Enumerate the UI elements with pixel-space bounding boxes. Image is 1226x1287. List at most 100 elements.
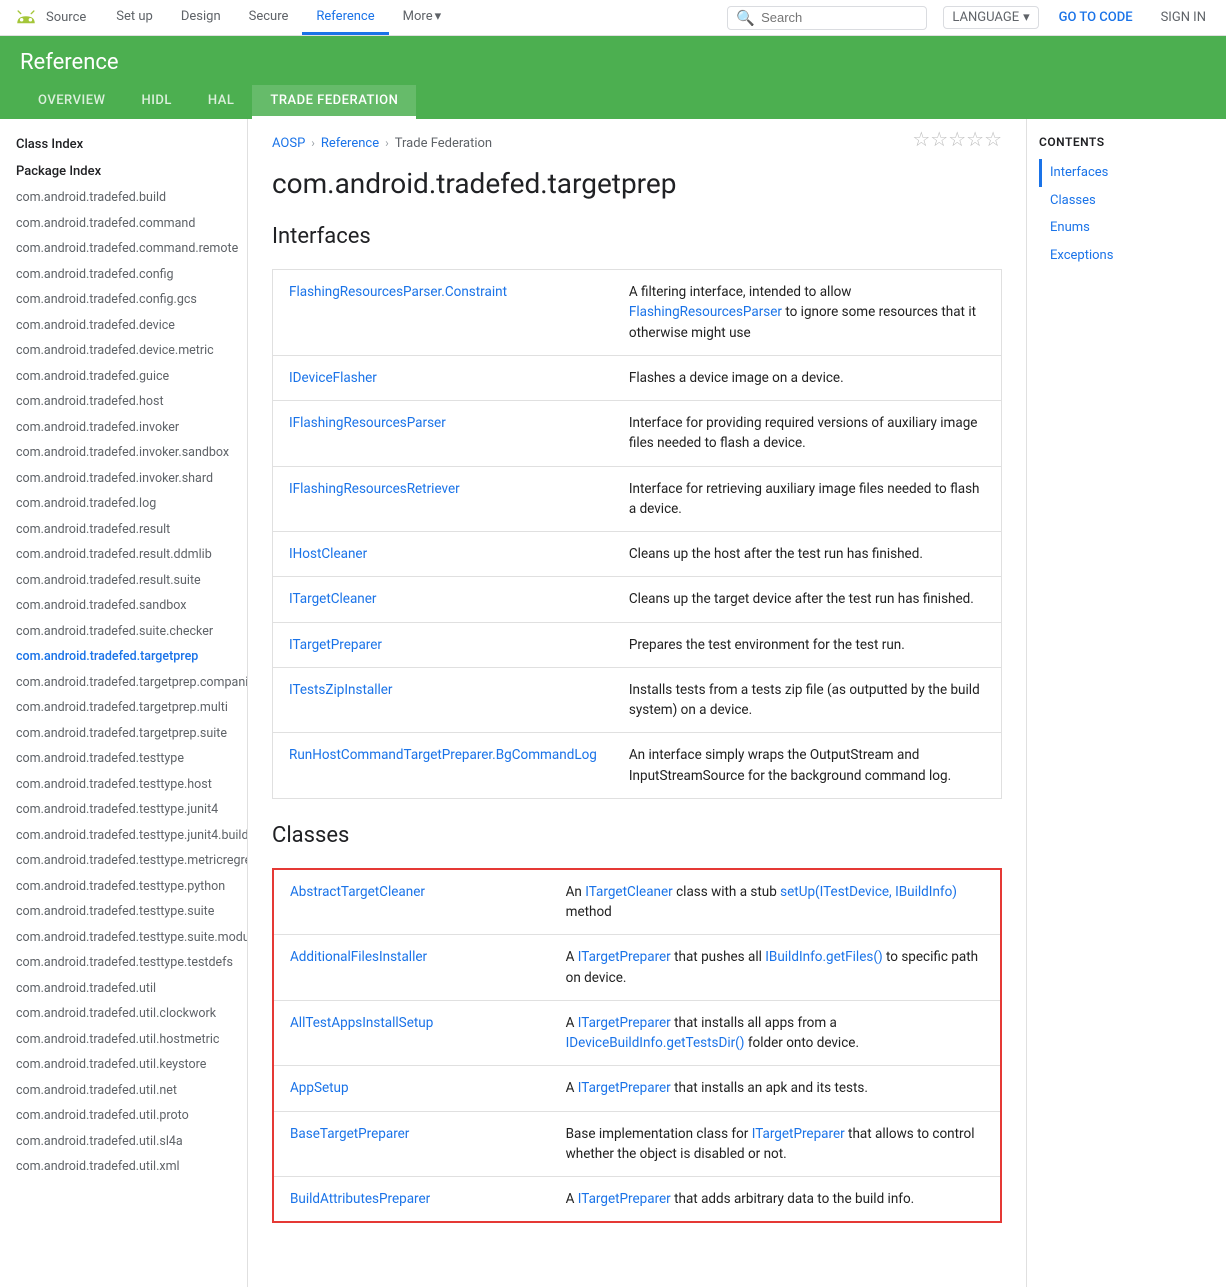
sidebar-item[interactable]: com.android.tradefed.device: [0, 313, 247, 339]
table-row: RunHostCommandTargetPreparer.BgCommandLo…: [273, 733, 1002, 799]
sidebar-section-header[interactable]: Class Index: [0, 131, 247, 158]
sidebar-item[interactable]: com.android.tradefed.util.net: [0, 1078, 247, 1104]
sidebar-item[interactable]: com.android.tradefed.device.metric: [0, 338, 247, 364]
sidebar-item[interactable]: com.android.tradefed.targetprep: [0, 644, 247, 670]
interface-link[interactable]: IDeviceFlasher: [289, 370, 377, 386]
desc-link[interactable]: ITargetPreparer: [578, 949, 671, 965]
class-link[interactable]: BaseTargetPreparer: [290, 1126, 409, 1142]
interface-link[interactable]: ITestsZipInstaller: [289, 682, 393, 698]
star-4[interactable]: ☆: [966, 127, 984, 151]
sidebar-item[interactable]: com.android.tradefed.util.clockwork: [0, 1001, 247, 1027]
nav-link-setup[interactable]: Set up: [102, 0, 167, 35]
tab-hal[interactable]: HAL: [190, 85, 252, 119]
breadcrumb-aosp[interactable]: AOSP: [272, 136, 305, 151]
classes-table-body: AbstractTargetCleanerAn ITargetCleaner c…: [273, 869, 1001, 1223]
nav-link-reference[interactable]: Reference: [302, 0, 388, 35]
sidebar-item[interactable]: com.android.tradefed.build: [0, 185, 247, 211]
interface-link[interactable]: FlashingResourcesParser.Constraint: [289, 284, 507, 300]
class-link[interactable]: AppSetup: [290, 1080, 349, 1096]
sidebar-item[interactable]: com.android.tradefed.util.sl4a: [0, 1129, 247, 1155]
toc-item[interactable]: Interfaces: [1039, 159, 1214, 187]
logo[interactable]: Source: [12, 4, 86, 32]
go-to-code-button[interactable]: GO TO CODE: [1051, 7, 1141, 28]
table-row: AbstractTargetCleanerAn ITargetCleaner c…: [273, 869, 1001, 935]
star-3[interactable]: ☆: [948, 127, 966, 151]
sidebar-item[interactable]: com.android.tradefed.util: [0, 976, 247, 1002]
desc-link[interactable]: ITargetPreparer: [578, 1080, 671, 1096]
nav-links: Set up Design Secure Reference More ▾: [102, 0, 455, 35]
class-link[interactable]: AllTestAppsInstallSetup: [290, 1015, 433, 1031]
sidebar-item[interactable]: com.android.tradefed.command.remote: [0, 236, 247, 262]
nav-link-more[interactable]: More ▾: [389, 0, 455, 35]
sidebar-item[interactable]: com.android.tradefed.guice: [0, 364, 247, 390]
sidebar-item[interactable]: com.android.tradefed.util.keystore: [0, 1052, 247, 1078]
desc-link[interactable]: IDeviceBuildInfo.getTestsDir(): [566, 1035, 745, 1051]
interface-link[interactable]: ITargetCleaner: [289, 591, 377, 607]
sidebar-item[interactable]: com.android.tradefed.testtype.junit4: [0, 797, 247, 823]
interface-link[interactable]: IFlashingResourcesRetriever: [289, 481, 460, 497]
sidebar-item[interactable]: com.android.tradefed.util.proto: [0, 1103, 247, 1129]
sidebar-item[interactable]: com.android.tradefed.targetprep.companio…: [0, 670, 247, 696]
desc-link[interactable]: FlashingResourcesParser: [629, 304, 782, 320]
sidebar-item[interactable]: com.android.tradefed.util.xml: [0, 1154, 247, 1180]
sidebar-item[interactable]: com.android.tradefed.suite.checker: [0, 619, 247, 645]
breadcrumb: AOSP › Reference › Trade Federation: [272, 120, 492, 159]
interfaces-table: FlashingResourcesParser.ConstraintA filt…: [272, 269, 1002, 799]
sidebar-item[interactable]: com.android.tradefed.testtype.junit4.bui…: [0, 823, 247, 849]
desc-link[interactable]: ITargetPreparer: [752, 1126, 845, 1142]
interface-link[interactable]: RunHostCommandTargetPreparer.BgCommandLo…: [289, 747, 597, 763]
toc-item[interactable]: Enums: [1039, 214, 1214, 242]
desc-link[interactable]: ITargetCleaner: [585, 884, 673, 900]
sidebar-item[interactable]: com.android.tradefed.config: [0, 262, 247, 288]
star-1[interactable]: ☆: [912, 127, 930, 151]
sidebar-item[interactable]: com.android.tradefed.invoker: [0, 415, 247, 441]
interfaces-heading: Interfaces: [272, 224, 1002, 257]
desc-link[interactable]: setUp(ITestDevice, IBuildInfo): [780, 884, 957, 900]
table-row: IHostCleanerCleans up the host after the…: [273, 532, 1002, 577]
search-input[interactable]: [761, 10, 901, 25]
class-link[interactable]: BuildAttributesPreparer: [290, 1191, 430, 1207]
sidebar-item[interactable]: com.android.tradefed.result: [0, 517, 247, 543]
sidebar-item[interactable]: com.android.tradefed.testtype.suite.modu…: [0, 925, 247, 951]
interface-link[interactable]: IHostCleaner: [289, 546, 367, 562]
interface-link[interactable]: ITargetPreparer: [289, 637, 382, 653]
sidebar-item[interactable]: com.android.tradefed.invoker.shard: [0, 466, 247, 492]
class-link[interactable]: AdditionalFilesInstaller: [290, 949, 427, 965]
tab-hidl[interactable]: HIDL: [123, 85, 189, 119]
desc-link[interactable]: ITargetPreparer: [578, 1191, 671, 1207]
toc-item[interactable]: Classes: [1039, 187, 1214, 215]
language-button[interactable]: LANGUAGE ▾: [943, 6, 1038, 29]
tab-trade-federation[interactable]: TRADE FEDERATION: [252, 85, 416, 119]
sign-in-button[interactable]: SIGN IN: [1153, 7, 1214, 28]
sidebar-item[interactable]: com.android.tradefed.testtype: [0, 746, 247, 772]
sidebar-item[interactable]: com.android.tradefed.command: [0, 211, 247, 237]
interface-link[interactable]: IFlashingResourcesParser: [289, 415, 446, 431]
toc-item[interactable]: Exceptions: [1039, 242, 1214, 270]
sidebar-item[interactable]: com.android.tradefed.config.gcs: [0, 287, 247, 313]
sidebar-item[interactable]: com.android.tradefed.targetprep.multi: [0, 695, 247, 721]
sidebar-item[interactable]: com.android.tradefed.result.ddmlib: [0, 542, 247, 568]
sidebar-item[interactable]: com.android.tradefed.testtype.testdefs: [0, 950, 247, 976]
search-area[interactable]: 🔍: [727, 6, 927, 30]
desc-link[interactable]: ITargetPreparer: [578, 1015, 671, 1031]
nav-link-secure[interactable]: Secure: [235, 0, 303, 35]
sidebar-section-header[interactable]: Package Index: [0, 158, 247, 185]
breadcrumb-reference[interactable]: Reference: [321, 136, 379, 151]
sidebar-item[interactable]: com.android.tradefed.log: [0, 491, 247, 517]
sidebar-item[interactable]: com.android.tradefed.testtype.metricregr…: [0, 848, 247, 874]
sidebar-item[interactable]: com.android.tradefed.testtype.suite: [0, 899, 247, 925]
sidebar-item[interactable]: com.android.tradefed.testtype.python: [0, 874, 247, 900]
star-2[interactable]: ☆: [930, 127, 948, 151]
sidebar-item[interactable]: com.android.tradefed.testtype.host: [0, 772, 247, 798]
sidebar-item[interactable]: com.android.tradefed.invoker.sandbox: [0, 440, 247, 466]
star-5[interactable]: ☆: [984, 127, 1002, 151]
sidebar-item[interactable]: com.android.tradefed.util.hostmetric: [0, 1027, 247, 1053]
nav-link-design[interactable]: Design: [167, 0, 235, 35]
sidebar-item[interactable]: com.android.tradefed.targetprep.suite: [0, 721, 247, 747]
desc-link[interactable]: IBuildInfo.getFiles(): [765, 949, 882, 965]
class-link[interactable]: AbstractTargetCleaner: [290, 884, 425, 900]
sidebar-item[interactable]: com.android.tradefed.result.suite: [0, 568, 247, 594]
tab-overview[interactable]: OVERVIEW: [20, 85, 123, 119]
sidebar-item[interactable]: com.android.tradefed.host: [0, 389, 247, 415]
sidebar-item[interactable]: com.android.tradefed.sandbox: [0, 593, 247, 619]
